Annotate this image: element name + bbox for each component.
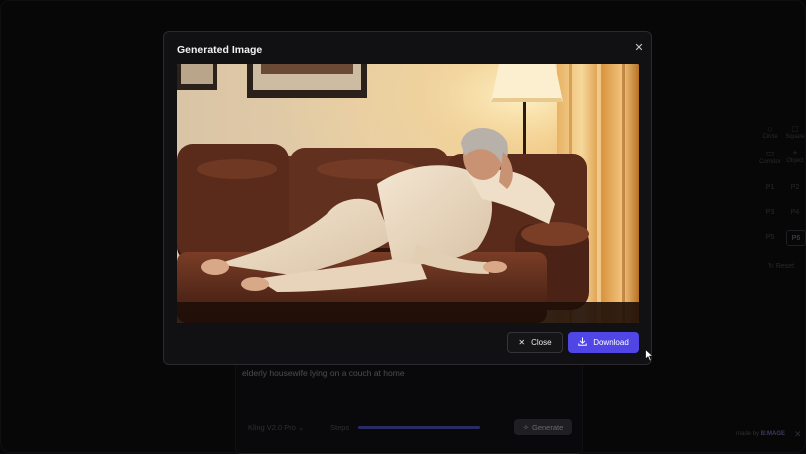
download-button[interactable]: Download xyxy=(568,332,639,353)
mouse-cursor-icon xyxy=(645,348,655,367)
download-button-label: Download xyxy=(593,338,629,347)
download-icon xyxy=(578,337,587,348)
close-icon[interactable]: ✕ xyxy=(632,40,646,54)
generated-image-picture xyxy=(177,64,639,323)
close-button-label: Close xyxy=(531,338,552,347)
dialog-title: Generated Image xyxy=(177,44,263,56)
close-button[interactable]: ✕ Close xyxy=(507,332,563,353)
generated-image-dialog: Generated Image ✕ ✕ Close Download xyxy=(163,31,652,365)
generated-image xyxy=(177,64,639,323)
dialog-footer: ✕ Close Download xyxy=(507,332,640,353)
x-icon: ✕ xyxy=(518,338,526,347)
